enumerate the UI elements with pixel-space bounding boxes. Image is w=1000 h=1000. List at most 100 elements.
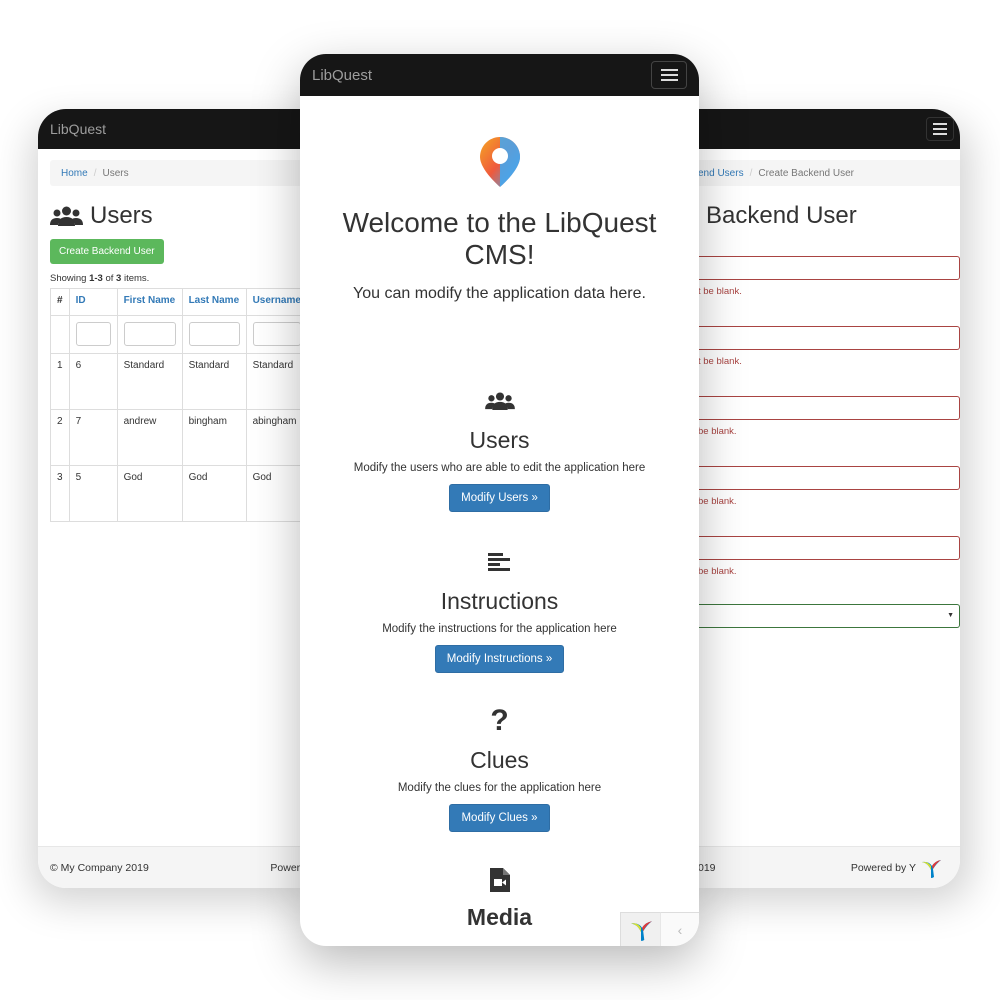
table-row: 2 7 andrew bingham abingham <box>50 409 308 466</box>
filter-first-name-input[interactable] <box>123 322 176 346</box>
summary-middle: of <box>102 273 117 284</box>
welcome-screen: LibQuest Welcome to the LibQuest CMS! Yo… <box>300 54 699 946</box>
field-error: be blank. <box>698 566 737 577</box>
filter-id-input[interactable] <box>75 322 111 346</box>
table-cell: bingham <box>181 409 247 466</box>
table-cell: Standard <box>181 353 247 410</box>
map-pin-logo-icon <box>300 136 699 193</box>
create-user-screen: end Users / Create Backend User Backend … <box>680 109 960 888</box>
users-section: Users Modify the users who are able to e… <box>300 387 699 512</box>
navbar <box>680 109 960 149</box>
summary-prefix: Showing <box>50 273 90 284</box>
table-cell: 3 <box>50 465 70 522</box>
filter-cell <box>181 315 247 354</box>
modify-clues-button[interactable]: Modify Clues » <box>449 804 550 832</box>
section-title: Instructions <box>440 588 559 614</box>
summary-range: 1-3 <box>89 273 103 284</box>
table-cell: Standard <box>116 353 183 410</box>
question-icon: ? <box>490 704 509 737</box>
page-title-text: Users <box>90 202 153 229</box>
debug-toolbar: ‹ <box>620 912 699 946</box>
section-description: Modify the users who are able to edit th… <box>353 462 646 474</box>
form-input[interactable] <box>680 536 960 560</box>
table-cell: 2 <box>50 409 70 466</box>
align-left-icon <box>300 548 699 576</box>
field-error: t be blank. <box>698 286 742 297</box>
filter-last-name-input[interactable] <box>188 322 240 346</box>
table-cell: Standard <box>245 353 308 410</box>
filter-cell <box>245 315 308 354</box>
section-title: Clues <box>470 747 529 773</box>
collapse-arrow-icon[interactable]: ‹ <box>660 912 699 946</box>
hamburger-menu-icon[interactable] <box>926 117 954 141</box>
table-cell: God <box>181 465 247 522</box>
form-input[interactable] <box>680 396 960 420</box>
table-cell: 7 <box>68 409 118 466</box>
form-input[interactable] <box>680 256 960 280</box>
field-error: be blank. <box>698 496 737 507</box>
page-title: Backend User <box>706 202 857 229</box>
field-error: t be blank. <box>698 356 742 367</box>
navbar: LibQuest <box>300 54 699 96</box>
section-description: Modify the clues for the application her… <box>397 782 602 794</box>
hamburger-menu-icon[interactable] <box>651 61 687 89</box>
filter-cell <box>68 315 118 354</box>
table-cell: 1 <box>50 353 70 410</box>
table-row: 3 5 God God God <box>50 465 308 522</box>
table-summary: Showing 1-3 of 3 items. <box>50 273 318 284</box>
main-content: Welcome to the LibQuest CMS! You can mod… <box>300 136 699 931</box>
breadcrumb: Home / Users <box>50 160 306 186</box>
caret-down-icon: ▼ <box>947 612 954 619</box>
table-cell: 5 <box>68 465 118 522</box>
breadcrumb-current: Users <box>102 167 129 179</box>
page-title: Users <box>50 202 318 230</box>
footer: 019 Powered by Y <box>680 846 960 888</box>
column-header-last-name[interactable]: Last Name <box>181 288 247 316</box>
users-list-screen: LibQuest Home / Users Users Create Backe… <box>38 109 318 888</box>
column-header-number: # <box>50 288 70 316</box>
table-row: 1 6 Standard Standard Standard <box>50 353 308 410</box>
breadcrumb-separator: / <box>749 167 753 179</box>
navbar-brand[interactable]: LibQuest <box>312 67 372 84</box>
summary-suffix: items. <box>121 273 150 284</box>
navbar-brand[interactable]: LibQuest <box>50 121 106 137</box>
users-icon <box>50 206 83 226</box>
form-input[interactable] <box>680 466 960 490</box>
users-icon <box>300 387 699 415</box>
users-table: # ID First Name Last Name Username 1 6 S… <box>50 288 308 522</box>
instructions-section: Instructions Modify the instructions for… <box>300 548 699 673</box>
form-input[interactable] <box>680 326 960 350</box>
breadcrumb-backend-users-link[interactable]: end Users <box>698 168 744 179</box>
footer-copyright: 019 <box>698 861 716 874</box>
filter-username-input[interactable] <box>252 322 301 346</box>
navbar: LibQuest <box>38 109 318 149</box>
yii-logo-icon[interactable] <box>620 912 660 946</box>
footer-copyright: © My Company 2019 <box>50 861 149 874</box>
section-description: Modify the instructions for the applicat… <box>382 623 617 635</box>
clues-section: ? Clues Modify the clues for the applica… <box>300 704 699 832</box>
table-cell: 6 <box>68 353 118 410</box>
filter-cell <box>116 315 183 354</box>
table-cell: abingham <box>245 409 308 466</box>
video-file-icon <box>300 866 699 894</box>
modify-users-button[interactable]: Modify Users » <box>449 484 550 512</box>
modify-instructions-button[interactable]: Modify Instructions » <box>434 645 565 673</box>
footer: © My Company 2019 Powere <box>38 846 318 888</box>
role-select[interactable]: ▼ <box>680 604 960 628</box>
yii-logo-icon[interactable] <box>916 853 946 883</box>
filter-row <box>50 315 308 354</box>
footer-powered: Powered by Y <box>850 861 916 874</box>
table-cell: God <box>116 465 183 522</box>
column-header-id[interactable]: ID <box>68 288 118 316</box>
breadcrumb-home-link[interactable]: Home <box>61 168 88 179</box>
column-header-first-name[interactable]: First Name <box>116 288 183 316</box>
column-header-username[interactable]: Username <box>245 288 308 316</box>
table-cell: God <box>245 465 308 522</box>
create-backend-user-button[interactable]: Create Backend User <box>50 239 164 264</box>
welcome-lead: You can modify the application data here… <box>353 285 646 302</box>
field-error: be blank. <box>698 426 737 437</box>
breadcrumb-separator: / <box>93 167 97 179</box>
filter-cell-empty <box>50 315 70 354</box>
table-cell: andrew <box>116 409 183 466</box>
breadcrumb-current: Create Backend User <box>758 167 854 179</box>
